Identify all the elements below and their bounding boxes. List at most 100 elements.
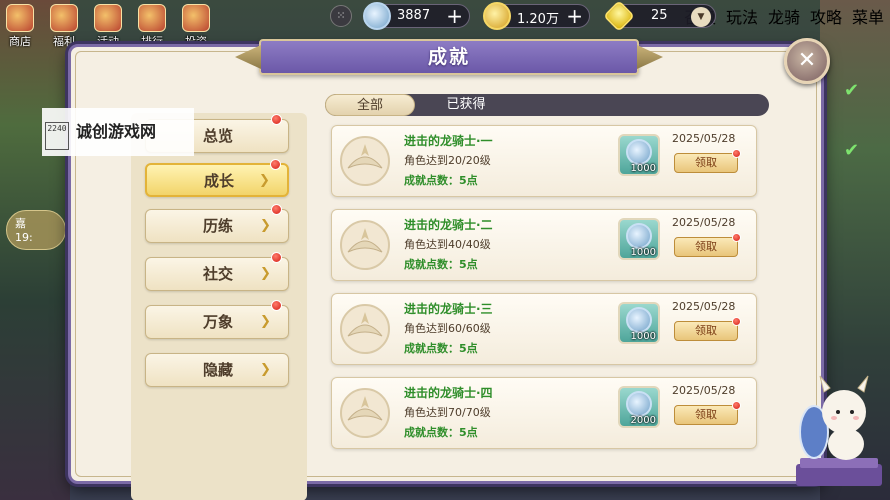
tab-obtained[interactable]: 已获得	[421, 94, 511, 116]
gem-currency: 25 ▼	[603, 0, 716, 32]
title-ornament-left	[235, 45, 261, 69]
achievement-date: 2025/05/28	[672, 216, 736, 229]
reward-item[interactable]: 1000	[618, 302, 660, 344]
chevron-down-icon: ❯	[260, 218, 271, 233]
watermark-text: 诚创游戏网	[76, 122, 157, 141]
notification-dot	[732, 401, 741, 410]
claim-button-label: 领取	[695, 408, 717, 421]
achievement-date: 2025/05/28	[672, 300, 736, 313]
title-ornament-right	[637, 45, 663, 69]
nav-shop[interactable]: 商店	[0, 4, 40, 50]
achievement-title: 进击的龙骑士·三	[404, 302, 493, 316]
add-silver-button[interactable]: +	[446, 5, 463, 27]
event-icon	[94, 4, 122, 32]
silver-currency: 3887 +	[363, 2, 470, 30]
nav-menu-label: 菜单	[851, 8, 884, 27]
mascot-character[interactable]	[794, 368, 884, 492]
achievement-card: 进击的龙骑士·四 角色达到70/70级 成就点数：5点 2000 2025/05…	[331, 377, 757, 449]
notification-dot	[271, 204, 282, 215]
silver-coin-icon	[363, 2, 391, 30]
achievement-desc: 角色达到40/40级	[404, 238, 491, 251]
nav-shop-label: 商店	[9, 35, 31, 48]
gold-amount: 1.20万	[517, 12, 559, 27]
claim-button[interactable]: 领取	[674, 233, 741, 257]
achievement-card: 进击的龙骑士·二 角色达到40/40级 成就点数：5点 1000 2025/05…	[331, 209, 757, 281]
notification-dot	[732, 233, 741, 242]
reward-amount: 1000	[630, 331, 656, 342]
game-world-left	[0, 0, 70, 500]
ranking-icon	[138, 4, 166, 32]
grid-menu-icon[interactable]: ⁙	[330, 5, 352, 27]
silver-amount: 3887	[397, 8, 431, 23]
achievement-desc: 角色达到20/20级	[404, 154, 491, 167]
achievement-date: 2025/05/28	[672, 132, 736, 145]
achievement-points: 成就点数：5点	[404, 258, 478, 271]
dropdown-arrow-icon[interactable]: ▼	[691, 7, 711, 27]
achievement-list: 进击的龙骑士·一 角色达到20/20级 成就点数：5点 1000 2025/05…	[331, 125, 757, 485]
watermark: 2240 诚创游戏网	[42, 108, 194, 156]
top-left-nav: 商店 福利 活动 排行 投资	[0, 0, 230, 50]
claim-button[interactable]: 领取	[674, 317, 741, 341]
reward-amount: 1000	[630, 247, 656, 258]
nav-guide-label: 攻略	[809, 8, 842, 27]
reward-amount: 2000	[630, 415, 656, 426]
gem-amount: 25	[651, 8, 668, 23]
achievement-desc: 角色达到70/70级	[404, 406, 491, 419]
category-hidden[interactable]: 隐藏 ❯	[145, 353, 289, 387]
claim-button[interactable]: 领取	[674, 149, 741, 173]
notification-dot	[732, 317, 741, 326]
achievement-card: 进击的龙骑士·一 角色达到20/20级 成就点数：5点 1000 2025/05…	[331, 125, 757, 197]
silver-coin-icon	[626, 139, 652, 165]
chevron-down-icon: ❯	[260, 266, 271, 281]
reward-item[interactable]: 1000	[618, 218, 660, 260]
achievement-points: 成就点数：5点	[404, 174, 478, 187]
reward-item[interactable]: 1000	[618, 134, 660, 176]
notification-dot	[271, 300, 282, 311]
category-myriad[interactable]: 万象 ❯	[145, 300, 289, 339]
category-sidebar: 总览 成长 ❯ 历练 ❯ 社交 ❯ 万象 ❯ 隐藏 ❯	[131, 113, 307, 500]
category-experience[interactable]: 历练 ❯	[145, 204, 289, 243]
reward-item[interactable]: 2000	[618, 386, 660, 428]
notification-dot	[732, 149, 741, 158]
chevron-down-icon: ❯	[260, 314, 271, 329]
side-event-badge[interactable]: 嘉 19:	[6, 210, 66, 250]
tab-all[interactable]: 全部	[325, 94, 415, 116]
nav-gameplay-label: 玩法	[725, 8, 758, 27]
achievement-title: 进击的龙骑士·一	[404, 134, 493, 148]
dragon-emblem-icon	[340, 304, 390, 354]
close-button[interactable]: ✕	[784, 38, 830, 84]
dragon-emblem-icon	[340, 388, 390, 438]
silver-coin-icon	[626, 391, 652, 417]
category-social[interactable]: 社交 ❯	[145, 252, 289, 291]
chevron-down-icon: ❯	[260, 362, 271, 377]
achievement-points: 成就点数：5点	[404, 342, 478, 355]
gift-icon	[50, 4, 78, 32]
silver-coin-icon	[626, 223, 652, 249]
claim-button-label: 领取	[695, 324, 717, 337]
check-icon: ✔	[844, 140, 860, 161]
side-badge-line2: 19:	[15, 231, 33, 244]
nav-menu[interactable]: 菜单	[848, 4, 888, 50]
achievement-title: 进击的龙骑士·二	[404, 218, 493, 232]
panel-title-bar: 成就	[235, 39, 639, 75]
notification-dot	[270, 159, 281, 170]
claim-button[interactable]: 领取	[674, 401, 741, 425]
achievement-points: 成就点数：5点	[404, 426, 478, 439]
dragon-emblem-icon	[340, 136, 390, 186]
chevron-down-icon: ❯	[259, 173, 270, 188]
nav-dragon-label: 龙骑	[767, 8, 800, 27]
add-gold-button[interactable]: +	[566, 5, 583, 27]
check-icon: ✔	[844, 80, 860, 101]
achievement-card: 进击的龙骑士·三 角色达到60/60级 成就点数：5点 1000 2025/05…	[331, 293, 757, 365]
claim-button-label: 领取	[695, 156, 717, 169]
category-growth[interactable]: 成长 ❯	[145, 159, 289, 197]
shop-icon	[6, 4, 34, 32]
claim-button-label: 领取	[695, 240, 717, 253]
watermark-logo: 2240	[45, 122, 69, 150]
invest-icon	[182, 4, 210, 32]
dragon-emblem-icon	[340, 220, 390, 270]
notification-dot	[271, 114, 282, 125]
notification-dot	[271, 252, 282, 263]
crossed-swords-icon: ✕	[797, 48, 817, 73]
reward-amount: 1000	[630, 163, 656, 174]
